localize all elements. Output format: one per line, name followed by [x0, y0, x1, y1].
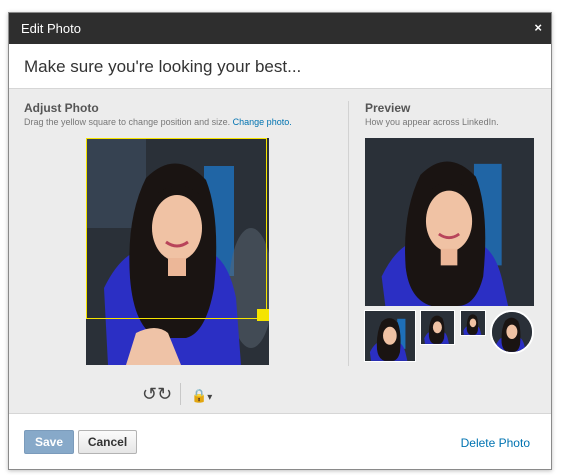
adjust-photo-description: Drag the yellow square to change positio… — [24, 117, 292, 127]
dialog-titlebar: Edit Photo × — [9, 13, 551, 44]
dialog-footer: Save Cancel Delete Photo — [9, 413, 551, 469]
preview-description: How you appear across LinkedIn. — [365, 117, 499, 127]
thumbnail-portrait — [365, 311, 415, 361]
preview-thumbnail-round — [490, 310, 534, 354]
save-button[interactable]: Save — [24, 430, 74, 454]
crop-resize-handle[interactable] — [257, 309, 269, 321]
dialog-heading: Make sure you're looking your best... — [24, 57, 302, 76]
preview-portrait — [365, 138, 534, 306]
adjust-photo-instructions: Drag the yellow square to change positio… — [24, 117, 231, 127]
section-divider — [348, 101, 349, 366]
preview-large-image — [365, 138, 534, 306]
lock-icon: 🔒 — [191, 388, 208, 403]
thumbnail-portrait — [421, 311, 454, 344]
thumbnail-portrait — [492, 312, 532, 352]
preview-thumbnail-small — [460, 310, 486, 336]
portrait-photo — [86, 138, 269, 365]
delete-photo-link[interactable]: Delete Photo — [461, 436, 530, 450]
lock-aspect-dropdown[interactable]: 🔒▾ — [191, 387, 212, 407]
preview-thumbnail-large — [364, 310, 416, 362]
preview-thumbnail-medium — [420, 310, 455, 345]
edit-photo-dialog: Edit Photo × Make sure you're looking yo… — [8, 12, 552, 470]
preview-title: Preview — [365, 101, 411, 115]
adjust-photo-image[interactable] — [86, 138, 269, 365]
cancel-button[interactable]: Cancel — [78, 430, 137, 454]
adjust-photo-title: Adjust Photo — [24, 101, 99, 115]
dialog-header: Make sure you're looking your best... — [9, 44, 551, 89]
toolbar-separator — [180, 383, 181, 405]
chevron-down-icon: ▾ — [207, 392, 213, 403]
change-photo-link[interactable]: Change photo. — [233, 117, 292, 127]
close-icon[interactable]: × — [534, 20, 542, 36]
rotate-icon[interactable]: ↺↻ — [142, 385, 172, 403]
dialog-title: Edit Photo — [21, 21, 81, 36]
thumbnail-portrait — [461, 311, 485, 335]
